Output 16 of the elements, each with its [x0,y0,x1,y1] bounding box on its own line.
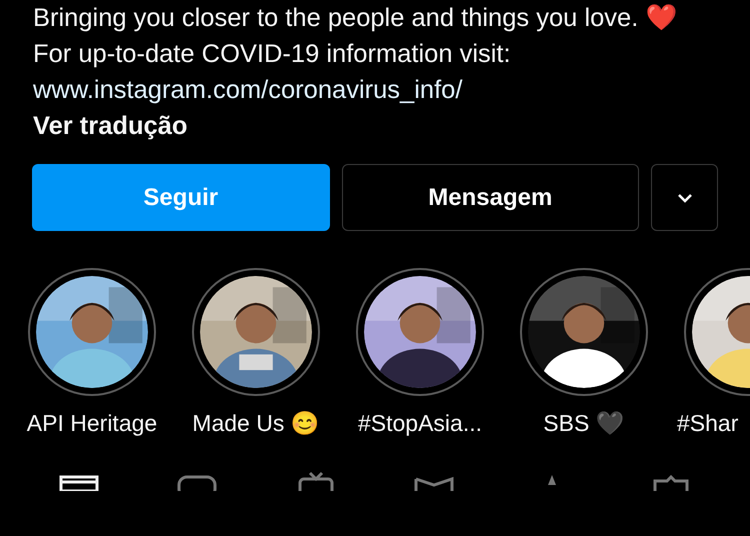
highlight-ring[interactable] [520,268,648,396]
highlight-label: API Heritage [26,410,158,437]
highlight-ring[interactable] [28,268,156,396]
highlight-ring[interactable] [356,268,484,396]
chevron-down-icon [676,192,693,202]
bio-text: Bringing you closer to the people and things you love. ❤ [33,3,678,34]
translate-link[interactable]: Ver tradução [33,108,693,144]
bio-link[interactable]: www.instagram.com/coronavirus_info/ [33,72,693,108]
highlight-ring[interactable] [192,268,320,396]
message-button[interactable]: Mensagem [342,164,640,231]
highlight-label: #Shar [676,410,740,437]
highlight-label: SBS 🖤 [542,410,626,437]
tv-icon[interactable] [296,471,336,491]
highlight-label: #StopAsia... [356,410,484,437]
highlight-label: Made Us 😊 [191,410,321,437]
bio-text: For up-to-date COVID-19 information visit: [33,39,512,70]
